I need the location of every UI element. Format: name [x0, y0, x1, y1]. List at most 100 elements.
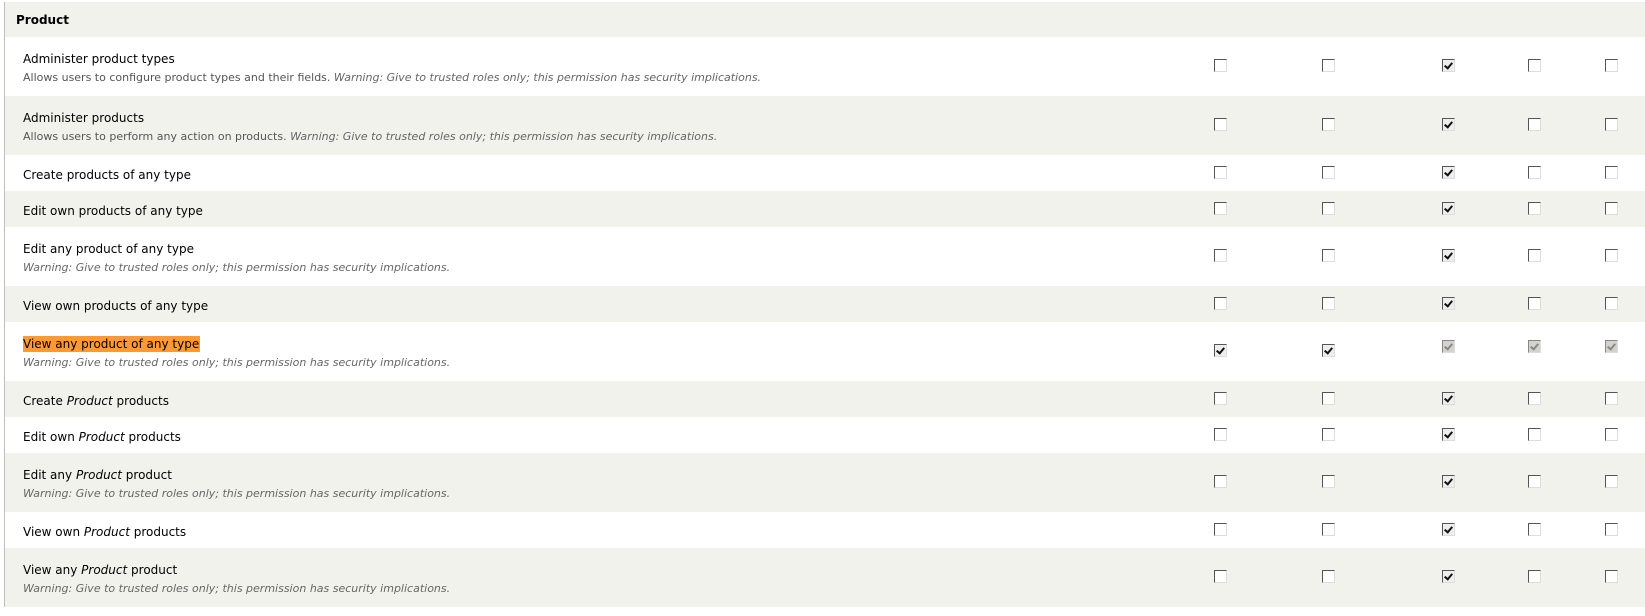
role-5-permission-checkbox[interactable]: [1605, 296, 1618, 310]
role-5-permission-checkbox[interactable]: [1605, 427, 1618, 441]
role-4-permission-checkbox[interactable]: [1528, 118, 1541, 131]
role-checkbox-cell: [1528, 227, 1605, 286]
role-3-permission-checkbox[interactable]: [1442, 296, 1455, 310]
role-1-permission-checkbox[interactable]: [1214, 201, 1227, 215]
role-checkbox-cell: [1528, 96, 1605, 155]
role-1-permission-checkbox[interactable]: [1214, 427, 1227, 441]
permission-cell: Create Product products: [5, 381, 1214, 417]
role-checkbox-cell: [1605, 548, 1645, 607]
role-3-permission-checkbox[interactable]: [1442, 522, 1455, 536]
role-checkbox-cell: [1322, 453, 1442, 512]
permission-cell: Administer product types Allows users to …: [5, 37, 1214, 96]
role-5-permission-checkbox[interactable]: [1605, 201, 1618, 215]
role-1-permission-checkbox[interactable]: [1214, 249, 1227, 262]
role-checkbox-cell: [1442, 548, 1528, 607]
role-2-permission-checkbox[interactable]: [1322, 59, 1335, 72]
role-4-permission-checkbox[interactable]: [1528, 522, 1541, 536]
role-checkbox-cell: [1442, 453, 1528, 512]
role-1-permission-checkbox[interactable]: [1214, 570, 1227, 583]
role-1-permission-checkbox[interactable]: [1214, 391, 1227, 405]
role-2-permission-checkbox[interactable]: [1322, 296, 1335, 310]
role-3-permission-checkbox[interactable]: [1442, 475, 1455, 488]
role-2-permission-checkbox[interactable]: [1322, 165, 1335, 179]
role-checkbox-cell: [1528, 322, 1605, 381]
permission-row: Administer products Allows users to perfo…: [5, 96, 1645, 155]
role-checkbox-cell: [1214, 548, 1322, 607]
role-4-permission-checkbox: [1528, 340, 1541, 353]
permission-title-text: View any product of any type: [23, 337, 200, 351]
role-3-permission-checkbox[interactable]: [1442, 201, 1455, 215]
permission-title-text: Administer product types: [23, 52, 175, 66]
permission-title-text: View own products of any type: [23, 298, 209, 313]
role-5-permission-checkbox[interactable]: [1605, 522, 1618, 536]
permission-title: Edit any product of any type: [23, 241, 194, 257]
role-2-permission-checkbox[interactable]: [1322, 201, 1335, 215]
role-checkbox-cell: [1322, 417, 1442, 453]
role-2-permission-checkbox[interactable]: [1322, 475, 1335, 488]
role-2-permission-checkbox[interactable]: [1322, 344, 1335, 357]
role-4-permission-checkbox[interactable]: [1528, 391, 1541, 405]
role-checkbox-cell: [1322, 548, 1442, 607]
permissions-panel: Product Administer product types Allows u…: [4, 2, 1645, 607]
role-2-permission-checkbox[interactable]: [1322, 118, 1335, 131]
role-checkbox-cell: [1528, 548, 1605, 607]
role-2-permission-checkbox[interactable]: [1322, 522, 1335, 536]
permission-title: View any product of any type: [23, 336, 201, 352]
role-1-permission-checkbox[interactable]: [1214, 118, 1227, 131]
role-checkbox-cell: [1214, 227, 1322, 286]
role-4-permission-checkbox[interactable]: [1528, 201, 1541, 215]
role-3-permission-checkbox[interactable]: [1442, 118, 1455, 131]
permission-title-entity: Product: [78, 429, 125, 444]
role-checkbox-cell: [1442, 417, 1528, 453]
security-warning: Warning: Give to trusted roles only; thi…: [23, 582, 451, 595]
role-5-permission-checkbox[interactable]: [1605, 165, 1618, 179]
role-checkbox-cell: [1528, 417, 1605, 453]
role-5-permission-checkbox[interactable]: [1605, 475, 1618, 488]
module-header-row: Product: [5, 2, 1645, 37]
role-4-permission-checkbox[interactable]: [1528, 475, 1541, 488]
role-2-permission-checkbox[interactable]: [1322, 391, 1335, 405]
role-3-permission-checkbox[interactable]: [1442, 427, 1455, 441]
role-checkbox-cell: [1322, 512, 1442, 548]
permission-cell: View own products of any type: [5, 286, 1214, 322]
role-3-permission-checkbox[interactable]: [1442, 165, 1455, 179]
permission-title-entity: Product: [81, 563, 128, 577]
role-1-permission-checkbox[interactable]: [1214, 59, 1227, 72]
role-1-permission-checkbox[interactable]: [1214, 165, 1227, 179]
role-4-permission-checkbox[interactable]: [1528, 59, 1541, 72]
role-3-permission-checkbox[interactable]: [1442, 570, 1455, 583]
permission-row: Create Product products: [5, 381, 1645, 417]
role-checkbox-cell: [1442, 191, 1528, 227]
role-2-permission-checkbox[interactable]: [1322, 570, 1335, 583]
security-warning: Warning: Give to trusted roles only; thi…: [290, 130, 718, 143]
role-5-permission-checkbox[interactable]: [1605, 391, 1618, 405]
permission-cell: Edit any product of any type Warning: Giv…: [5, 227, 1214, 286]
role-4-permission-checkbox[interactable]: [1528, 570, 1541, 583]
role-5-permission-checkbox[interactable]: [1605, 249, 1618, 262]
role-checkbox-cell: [1322, 96, 1442, 155]
role-5-permission-checkbox[interactable]: [1605, 59, 1618, 72]
role-5-permission-checkbox: [1605, 340, 1618, 353]
role-4-permission-checkbox[interactable]: [1528, 296, 1541, 310]
permission-cell: Create products of any type: [5, 155, 1214, 191]
role-1-permission-checkbox[interactable]: [1214, 475, 1227, 488]
role-checkbox-cell: [1528, 286, 1605, 322]
role-5-permission-checkbox[interactable]: [1605, 570, 1618, 583]
role-5-permission-checkbox[interactable]: [1605, 118, 1618, 131]
role-1-permission-checkbox[interactable]: [1214, 344, 1227, 357]
permission-title-suffix: product: [127, 563, 178, 577]
role-1-permission-checkbox[interactable]: [1214, 296, 1227, 310]
role-1-permission-checkbox[interactable]: [1214, 522, 1227, 536]
role-4-permission-checkbox[interactable]: [1528, 165, 1541, 179]
role-2-permission-checkbox[interactable]: [1322, 249, 1335, 262]
role-3-permission-checkbox[interactable]: [1442, 391, 1455, 405]
role-3-permission-checkbox[interactable]: [1442, 249, 1455, 262]
role-2-permission-checkbox[interactable]: [1322, 427, 1335, 441]
role-3-permission-checkbox[interactable]: [1442, 59, 1455, 72]
permission-title: Edit own products of any type: [23, 203, 203, 219]
permission-row: Edit own products of any type: [5, 191, 1645, 227]
role-4-permission-checkbox[interactable]: [1528, 427, 1541, 441]
role-checkbox-cell: [1214, 155, 1322, 191]
permission-title: Create Product products: [23, 393, 169, 409]
role-4-permission-checkbox[interactable]: [1528, 249, 1541, 262]
